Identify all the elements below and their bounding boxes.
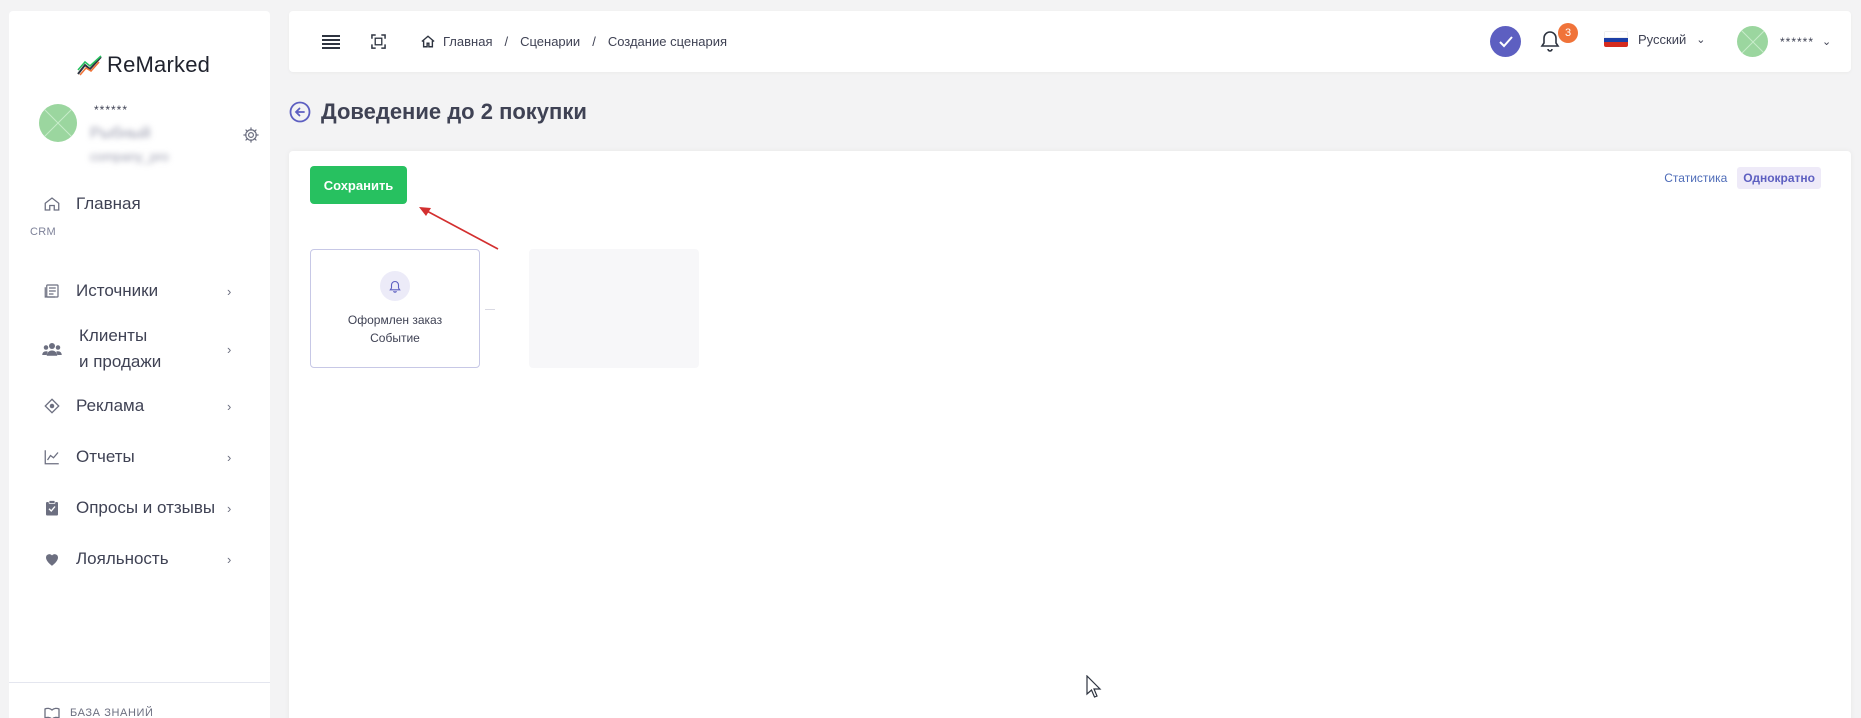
russia-flag-icon (1604, 31, 1628, 47)
event-node[interactable]: Оформлен заказ Событие (310, 249, 480, 368)
empty-node-placeholder[interactable] (529, 249, 699, 368)
breadcrumb: Главная / Сценарии / Создание сценария (421, 34, 727, 49)
sidebar-item-label: Лояльность (76, 549, 169, 568)
sidebar-item-sources[interactable]: Источники › (9, 271, 270, 311)
scenario-editor-card: Сохранить Статистика Однократно Оформлен… (289, 151, 1851, 718)
page-title: Доведение до 2 покупки (321, 99, 587, 124)
language-label: Русский (1638, 31, 1687, 47)
bell-icon (389, 280, 401, 293)
knowledge-base-label: БАЗА ЗНАНИЙ (70, 707, 154, 718)
logo-chart-icon (77, 55, 102, 76)
page-title-row: Доведение до 2 покупки (289, 99, 587, 125)
profile-name: Рыбный (90, 125, 151, 142)
heart-icon (46, 554, 58, 566)
chevron-right-icon: › (227, 551, 232, 567)
breadcrumb-home[interactable]: Главная (443, 34, 492, 49)
tasks-check-button[interactable] (1490, 26, 1521, 57)
frequency-badge[interactable]: Однократно (1737, 167, 1821, 189)
profile-stars: ****** (94, 103, 129, 117)
sidebar-item-home[interactable]: Главная (9, 184, 270, 224)
menu-icon[interactable] (322, 35, 340, 49)
chevron-right-icon: › (227, 341, 232, 357)
notification-badge: 3 (1558, 23, 1578, 43)
event-node-title: Оформлен заказ (347, 313, 443, 327)
sidebar-divider (9, 682, 270, 683)
sidebar-item-label: Клиенты и продажи (79, 323, 161, 375)
fullscreen-icon[interactable] (371, 34, 386, 49)
top-header: Главная / Сценарии / Создание сценария 3… (289, 11, 1851, 72)
chevron-right-icon: › (227, 398, 232, 414)
knowledge-base-link[interactable]: БАЗА ЗНАНИЙ (44, 707, 154, 718)
breadcrumb-current: Создание сценария (607, 34, 728, 49)
avatar (1737, 26, 1768, 57)
chart-icon (44, 450, 59, 465)
profile-login: company_pro (90, 149, 169, 164)
sources-icon (44, 284, 59, 298)
breadcrumb-separator: / (504, 34, 509, 49)
section-crm: CRM (30, 226, 56, 238)
sidebar: ReMarked ****** Рыбный company_pro Главн… (9, 11, 270, 718)
avatar[interactable] (39, 104, 77, 142)
chevron-down-icon: ⌄ (1822, 36, 1832, 48)
sidebar-item-clients[interactable]: Клиенты и продажи › (9, 319, 270, 379)
sidebar-item-label: Опросы и отзывы (76, 498, 216, 517)
profile: ****** Рыбный company_pro (30, 93, 260, 173)
sidebar-item-surveys[interactable]: Опросы и отзывы › (9, 488, 270, 528)
check-icon (1498, 35, 1513, 47)
chevron-right-icon: › (227, 500, 232, 516)
breadcrumb-separator: / (592, 34, 596, 49)
home-icon (44, 197, 60, 211)
card-actions: Статистика Однократно (1664, 167, 1821, 189)
sidebar-item-label: Главная (76, 194, 141, 213)
logo-text: ReMarked (107, 52, 211, 77)
chevron-right-icon: › (227, 449, 232, 465)
sidebar-item-loyalty[interactable]: Лояльность › (9, 539, 270, 579)
node-connector (485, 309, 495, 310)
sidebar-item-reports[interactable]: Отчеты › (9, 437, 270, 477)
statistics-link[interactable]: Статистика (1664, 171, 1727, 185)
back-arrow-icon[interactable] (289, 101, 311, 123)
save-button[interactable]: Сохранить (310, 166, 407, 204)
sidebar-item-label-line1: Клиенты (79, 326, 148, 345)
users-icon (42, 343, 62, 356)
event-node-subtitle: Событие (370, 331, 420, 345)
sidebar-item-ads[interactable]: Реклама › (9, 386, 270, 426)
user-menu[interactable]: ****** ⌄ (1737, 26, 1831, 57)
gear-icon[interactable] (242, 126, 260, 144)
home-icon (421, 35, 435, 48)
sidebar-item-label: Отчеты (76, 447, 135, 466)
user-name: ****** (1780, 34, 1815, 49)
language-selector[interactable]: Русский ⌄ (1604, 31, 1705, 47)
book-icon (44, 707, 60, 718)
clipboard-icon (46, 500, 58, 516)
chevron-down-icon: ⌄ (1696, 33, 1706, 46)
sidebar-item-label: Реклама (76, 396, 145, 415)
chevron-right-icon: › (227, 283, 232, 299)
target-icon (44, 398, 60, 414)
logo[interactable]: ReMarked (77, 45, 210, 85)
sidebar-item-label-line2: и продажи (79, 352, 162, 371)
node-icon-wrap (380, 271, 410, 301)
sidebar-item-label: Источники (76, 281, 159, 300)
breadcrumb-scenarios[interactable]: Сценарии (520, 34, 580, 49)
mouse-cursor-icon (1086, 675, 1102, 698)
